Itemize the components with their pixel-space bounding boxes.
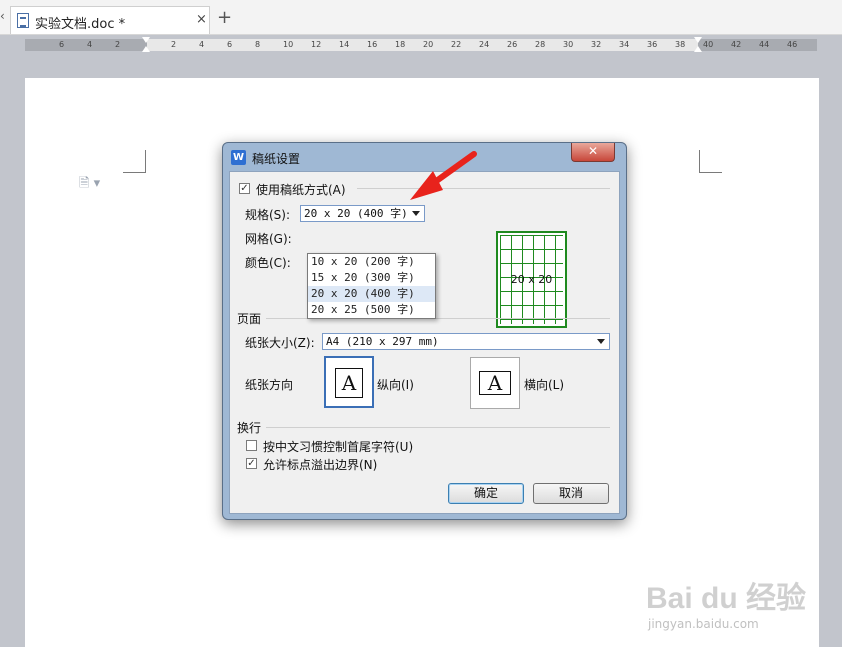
ruler-number: 20 [423,40,434,49]
horizontal-ruler[interactable]: 6 4 2 2 4 6 8 10 12 14 16 18 20 22 24 26 28 30 32 34 36 38 40 4… [25,37,817,53]
spec-dropdown-list[interactable]: 10 x 20 (200 字) 15 x 20 (300 字) 20 x 20 (4… [307,253,436,319]
paper-size-value: A4 (210 x 297 mm) [326,335,439,348]
ruler-number: 4 [87,40,93,49]
separator-line [266,427,610,428]
ruler-number: 2 [115,40,121,49]
spec-select[interactable]: 20 x 20 (400 字) [300,205,425,222]
wrap-chinese-checkbox[interactable] [246,440,257,451]
watermark-url: jingyan.baidu.com [648,617,759,631]
spec-select-value: 20 x 20 (400 字) [304,207,408,220]
ruler-number: 2 [171,40,177,49]
grid-label: 网格(G): [245,232,292,246]
ruler-number: 28 [535,40,546,49]
ruler-number: 26 [507,40,518,49]
spec-dropdown-option[interactable]: 10 x 20 (200 字) [308,254,435,270]
ruler-number: 30 [563,40,574,49]
document-tab-title: 实验文档.doc * [35,17,126,32]
watermark-brand: Bai du 经验 [646,582,807,615]
left-indent-marker[interactable] [142,37,150,53]
dialog-close-button[interactable]: ✕ [571,143,615,162]
ruler-number: 32 [591,40,602,49]
orientation-label: 纸张方向 [245,378,294,392]
paper-size-label: 纸张大小(Z): [245,336,315,350]
ruler-number: 8 [255,40,261,49]
page-section-title: 页面 [237,312,262,326]
ruler-number: 42 [731,40,742,49]
landscape-a-icon: A [479,371,511,395]
paper-size-select[interactable]: A4 (210 x 297 mm) [322,333,610,350]
portrait-a-icon: A [335,368,363,398]
document-tab[interactable]: 实验文档.doc * × [10,6,210,34]
page-corner-top-right [699,150,722,173]
ruler-number: 6 [59,40,65,49]
ruler-number: 46 [787,40,798,49]
wrap-section-title: 换行 [237,421,262,435]
spec-dropdown-option[interactable]: 15 x 20 (300 字) [308,270,435,286]
spec-dropdown-option[interactable]: 20 x 20 (400 字) [308,286,435,302]
ruler-number: 34 [619,40,630,49]
wrap-chinese-label[interactable]: 按中文习惯控制首尾字符(U) [263,438,413,455]
dialog-title: 稿纸设置 [252,152,301,166]
page-corner-top-left [123,150,146,173]
ruler-number: 24 [479,40,490,49]
new-tab-icon[interactable]: + [217,7,232,28]
wps-logo-icon: W [231,150,246,165]
paragraph-layout-icon[interactable]: 🗎 ▾ [79,174,100,196]
portrait-option[interactable]: A [324,356,374,408]
ruler-number: 10 [283,40,294,49]
separator-line [357,188,610,189]
chevron-down-icon [597,339,605,344]
use-grid-paper-label[interactable]: 使用稿纸方式(A) [256,181,346,198]
ruler-number: 12 [311,40,322,49]
portrait-label[interactable]: 纵向(I) [377,376,414,393]
ruler-number: 4 [199,40,205,49]
use-grid-paper-checkbox[interactable]: ✓ [239,183,250,194]
dialog-body: ✓ 使用稿纸方式(A) 规格(S): 20 x 20 (400 字) 网格(G)… [229,171,620,514]
right-indent-marker[interactable] [694,37,702,53]
spec-dropdown-option[interactable]: 20 x 25 (500 字) [308,302,435,318]
dialog-titlebar[interactable]: W 稿纸设置 ✕ [223,143,626,171]
document-icon [17,13,29,28]
tab-scroll-left-icon[interactable]: ‹ [0,9,10,23]
ruler-number: 38 [675,40,686,49]
allow-punct-checkbox[interactable]: ✓ [246,458,257,469]
cancel-button[interactable]: 取消 [533,483,609,504]
ruler-number: 40 [703,40,714,49]
ruler-number: 36 [647,40,658,49]
ruler-number: 18 [395,40,406,49]
grid-paper-settings-dialog: W 稿纸设置 ✕ ✓ 使用稿纸方式(A) 规格(S): 20 x 20 (400… [222,142,627,520]
spec-label: 规格(S): [245,208,291,222]
ruler-number: 44 [759,40,770,49]
ok-button[interactable]: 确定 [448,483,524,504]
ruler-number: 22 [451,40,462,49]
ruler-number: 14 [339,40,350,49]
landscape-option[interactable]: A [470,357,520,409]
allow-punct-label[interactable]: 允许标点溢出边界(N) [263,456,377,473]
chevron-down-icon [412,211,420,216]
ruler-number: 6 [227,40,233,49]
grid-preview-text: 20 x 20 [510,273,553,286]
color-label: 颜色(C): [245,256,291,270]
tab-bar: ‹ 实验文档.doc * × + [0,0,842,35]
landscape-label[interactable]: 横向(L) [524,376,564,393]
close-tab-icon[interactable]: × [196,12,207,27]
ruler-number: 16 [367,40,378,49]
baidu-watermark: Bai du 经验 jingyan.baidu.com [646,573,836,643]
grid-preview: 20 x 20 [496,231,567,328]
